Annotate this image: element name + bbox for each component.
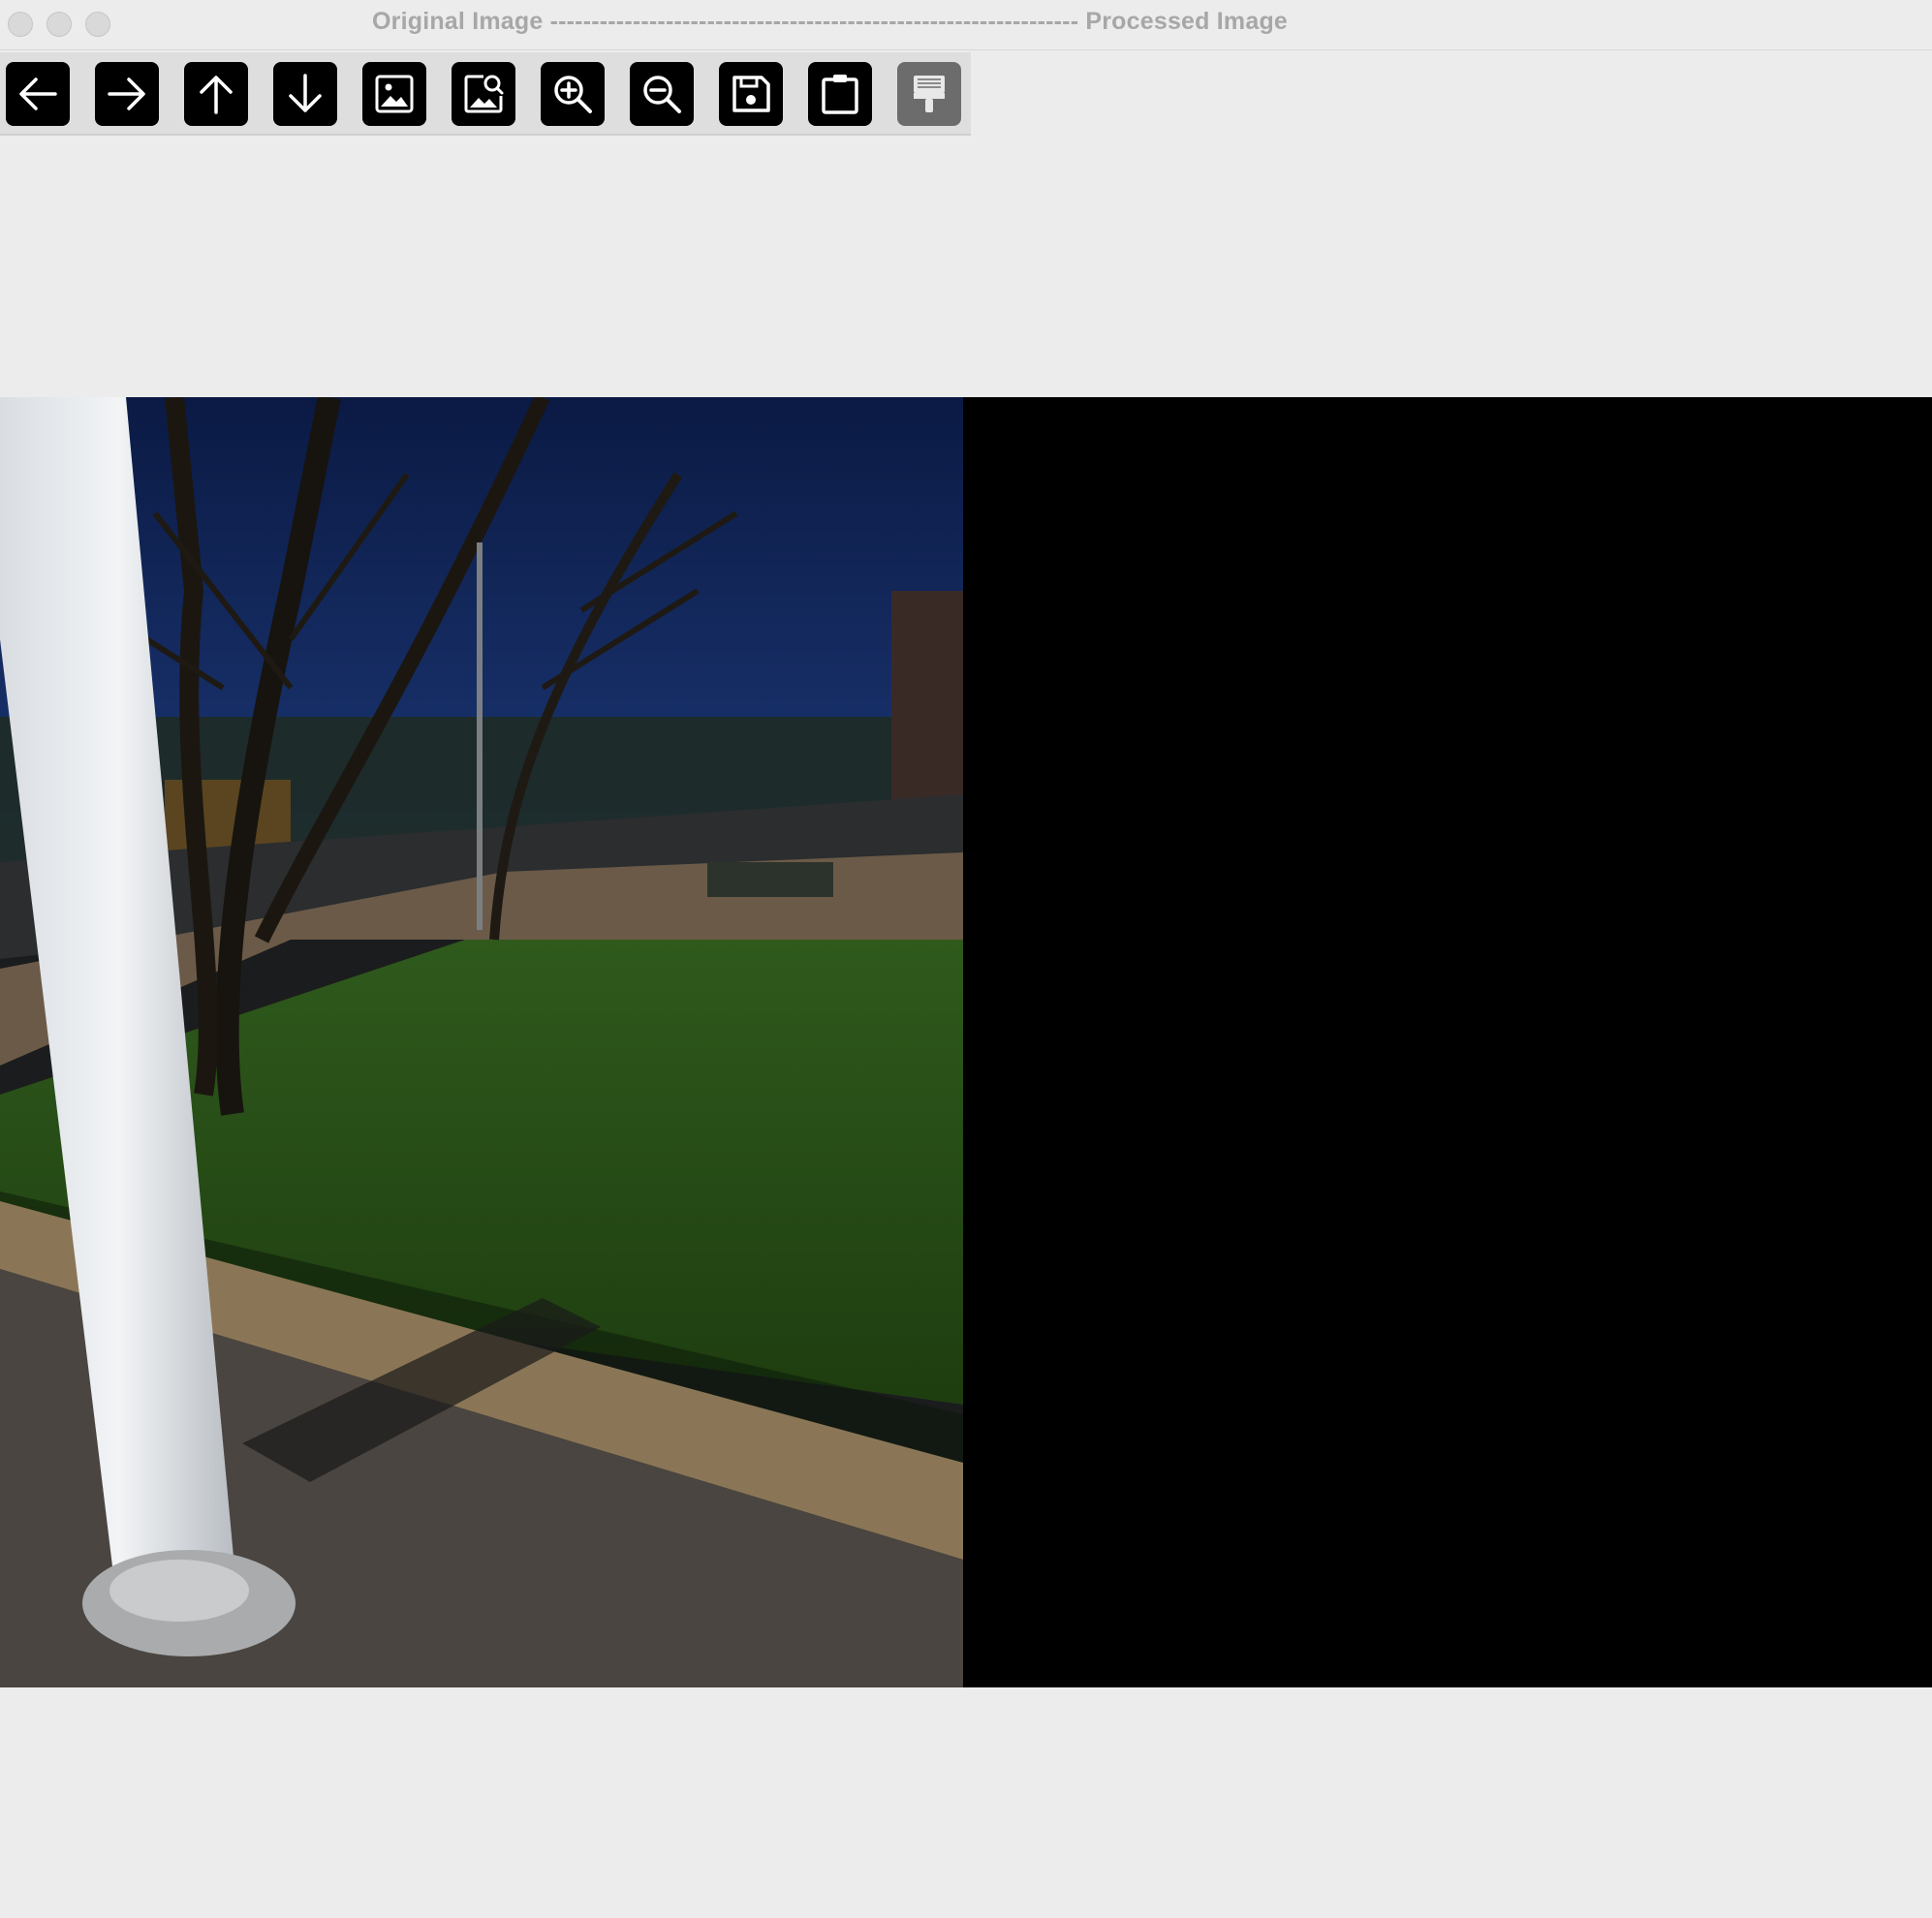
original-image bbox=[0, 397, 963, 1687]
zoom-out-button[interactable] bbox=[630, 62, 694, 126]
zoom-in-icon bbox=[554, 76, 592, 113]
paint-button[interactable] bbox=[897, 62, 961, 126]
arrow-up-icon bbox=[200, 76, 233, 114]
save-button[interactable] bbox=[719, 62, 783, 126]
zoom-in-button[interactable] bbox=[541, 62, 605, 126]
paint-brush-icon bbox=[914, 76, 945, 112]
back-button[interactable] bbox=[6, 62, 70, 126]
zoom-window-button[interactable] bbox=[85, 12, 110, 37]
arrow-right-icon bbox=[108, 77, 145, 110]
image-icon bbox=[375, 75, 414, 113]
toolbar bbox=[0, 52, 971, 136]
close-window-button[interactable] bbox=[8, 12, 33, 37]
minimize-window-button[interactable] bbox=[47, 12, 72, 37]
arrow-down-icon bbox=[289, 74, 322, 112]
image-search-icon bbox=[464, 75, 504, 113]
title-bar: Original Image -------------------------… bbox=[0, 0, 1932, 50]
up-button[interactable] bbox=[184, 62, 248, 126]
image-button[interactable] bbox=[362, 62, 426, 126]
arrow-left-icon bbox=[19, 77, 57, 110]
image-search-button[interactable] bbox=[452, 62, 515, 126]
down-button[interactable] bbox=[273, 62, 337, 126]
original-photo bbox=[0, 397, 963, 1687]
forward-button[interactable] bbox=[95, 62, 159, 126]
clipboard-button[interactable] bbox=[808, 62, 872, 126]
clipboard-icon bbox=[822, 75, 858, 114]
processed-image bbox=[963, 397, 1932, 1687]
window-title: Original Image -------------------------… bbox=[372, 8, 1289, 35]
zoom-out-icon bbox=[643, 76, 681, 113]
image-viewer bbox=[0, 397, 1932, 1687]
save-icon bbox=[732, 76, 770, 112]
